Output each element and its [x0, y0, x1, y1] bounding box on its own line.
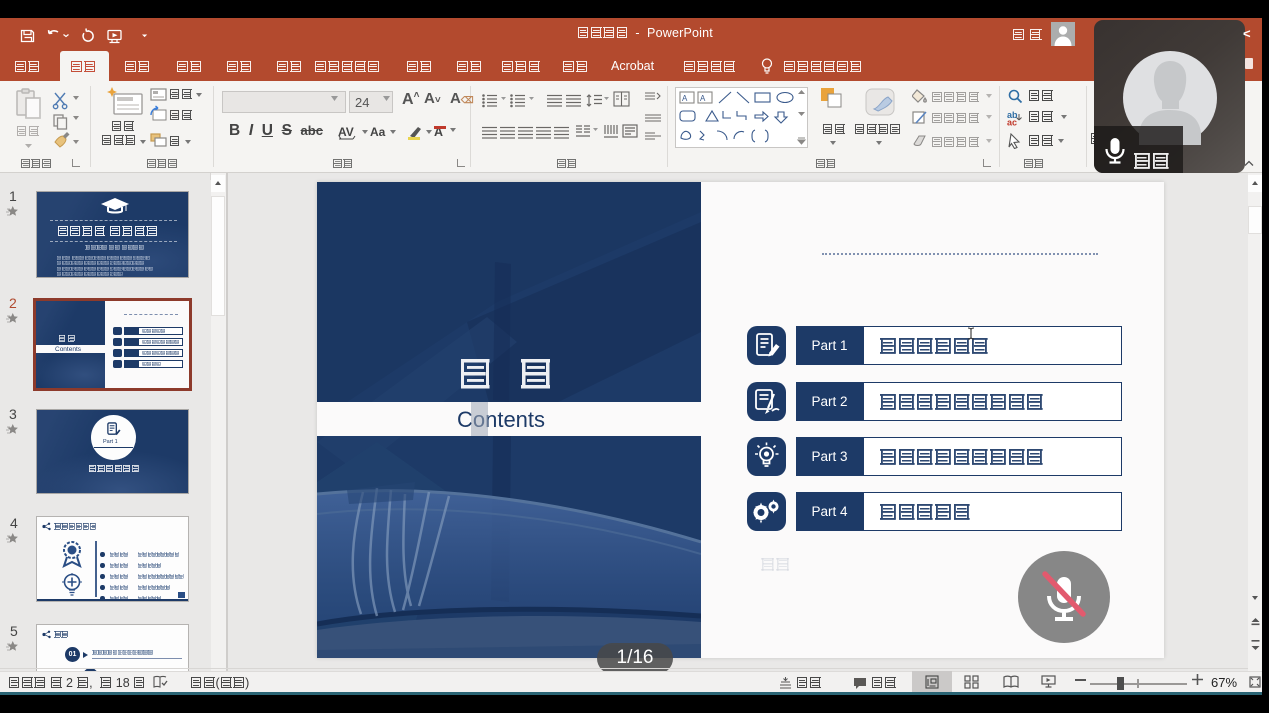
svg-text:Aa: Aa [370, 125, 386, 139]
svg-text:AV: AV [338, 125, 354, 139]
svg-text:A: A [682, 94, 688, 103]
svg-text:A: A [700, 94, 706, 103]
svg-text:ac: ac [1007, 118, 1017, 127]
